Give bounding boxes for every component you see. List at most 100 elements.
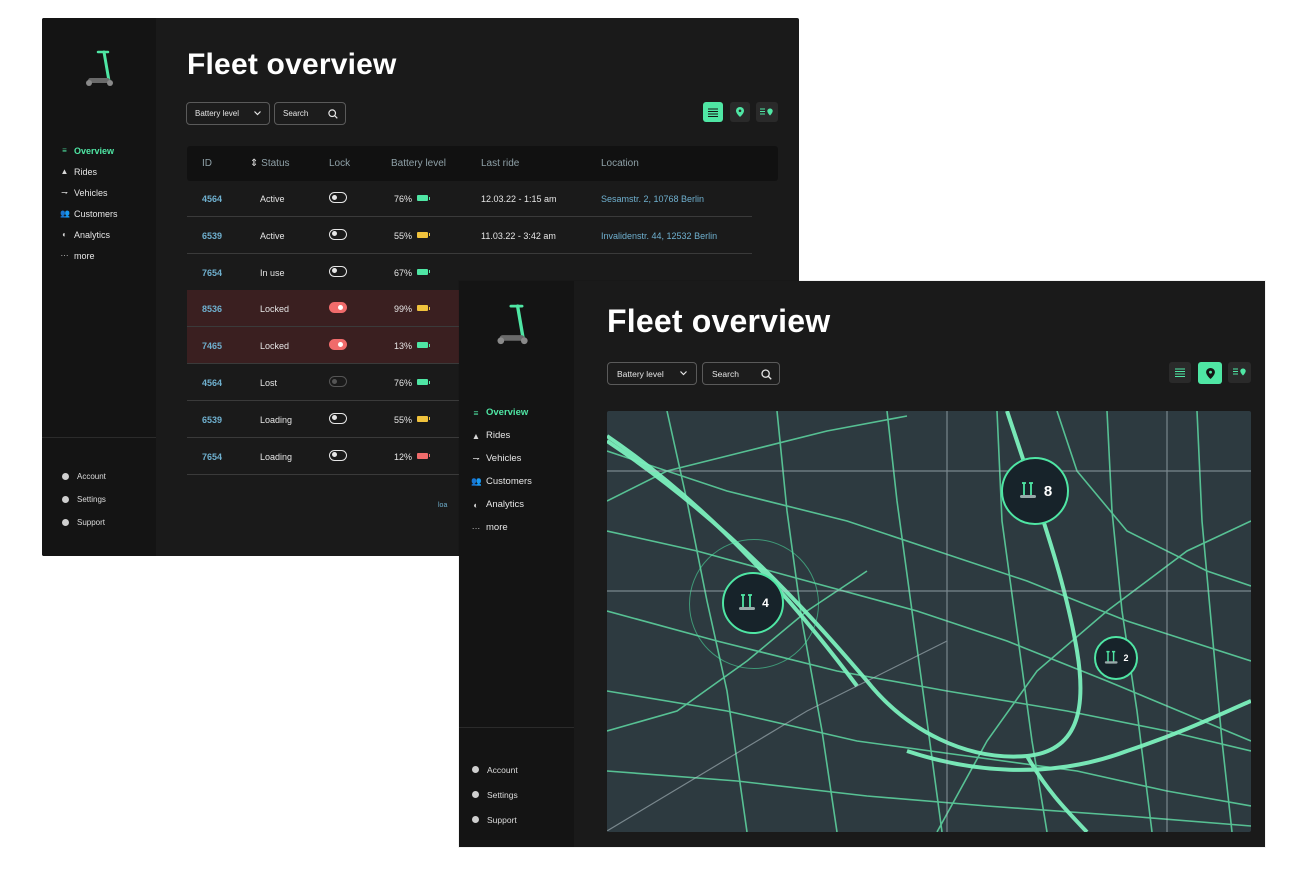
more-icon: ··· [60,251,69,260]
map-pin-icon [736,107,744,117]
map-view-button[interactable] [1198,362,1222,384]
bottom-nav: Account Settings Support [472,757,518,832]
table-cell-id[interactable]: 7654 [202,268,222,278]
table-cell-status: Active [260,230,285,241]
sidebar-item-support[interactable]: Support [472,807,518,832]
scooter-icon: ⇁ [61,188,68,197]
battery-level-dropdown-label: Battery level [195,109,240,118]
sidebar-item-rides[interactable]: ▲ Rides [471,424,532,447]
vehicle-cluster-marker[interactable]: 4 [722,572,784,634]
table-row[interactable]: 4564 Active 76% 12.03.22 - 1:15 am Sesamstr.… [187,180,752,217]
main-nav: ≡ Overview ▲ Rides ⇁ Vehicles 👥 Customers ◐ Analy… [471,401,532,539]
table-cell-battery: 13% [394,341,413,352]
lock-toggle[interactable] [329,449,347,461]
scooter-icon [739,594,756,610]
rides-icon: ▲ [471,430,481,441]
search-field[interactable]: Search [274,102,346,125]
list-map-view-button[interactable] [1228,362,1251,383]
account-icon [62,473,69,480]
sidebar-item-analytics[interactable]: ◐ Analytics [471,493,532,516]
list-view-button[interactable] [1169,362,1191,383]
sidebar-item-label: Overview [74,145,115,156]
sort-icon: ⇕ [250,158,262,169]
battery-icon [417,305,430,312]
table-cell-id[interactable]: 4564 [202,194,222,204]
list-view-button[interactable] [703,102,723,122]
list-map-view-button[interactable] [756,102,778,122]
sidebar-item-vehicles[interactable]: ⇁ Vehicles [471,447,532,470]
table-cell-location[interactable]: Invalidenstr. 44, 12532 Berlin [601,231,717,241]
table-cell-id[interactable]: 7654 [202,452,222,462]
map-pin-icon [1205,367,1215,379]
battery-icon [417,452,430,459]
search-field[interactable]: Search [702,362,780,385]
sidebar-item-customers[interactable]: 👥 Customers [471,470,532,493]
table-cell-id[interactable]: 8536 [202,304,222,314]
list-map-icon [760,108,773,115]
sidebar-item-account[interactable]: Account [472,757,518,782]
battery-level-dropdown-label: Battery level [617,368,664,379]
sidebar-item-overview[interactable]: ≡ Overview [471,401,532,424]
table-cell-id[interactable]: 7465 [202,341,222,351]
load-more-link[interactable]: loa [438,502,447,509]
cluster-count: 2 [1123,653,1129,663]
sidebar-item-analytics[interactable]: ◐ Analytics [60,224,118,245]
sidebar-divider [459,727,574,728]
lock-toggle[interactable] [329,302,347,314]
sidebar-item-label: more [486,522,508,533]
table-cell-id[interactable]: 6539 [202,231,222,241]
sidebar-item-settings[interactable]: Settings [62,488,106,511]
map-view-button[interactable] [730,102,750,122]
sidebar-item-customers[interactable]: 👥 Customers [60,203,118,224]
vehicle-cluster-marker[interactable]: 2 [1094,636,1138,680]
table-cell-id[interactable]: 6539 [202,415,222,425]
table-cell-location[interactable]: Sesamstr. 2, 10768 Berlin [601,194,704,204]
table-cell-status: Locked [260,341,290,352]
table-cell-last-ride: 11.03.22 - 3:42 am [481,230,556,241]
sidebar-item-label: Customers [74,208,118,219]
battery-icon [417,268,430,275]
sidebar-item-rides[interactable]: ▲ Rides [60,161,118,182]
sidebar-item-settings[interactable]: Settings [472,782,518,807]
search-icon [761,369,772,380]
lock-toggle[interactable] [329,192,347,203]
table-cell-status: Loading [260,414,293,425]
chevron-down-icon [680,371,687,376]
column-header-status[interactable]: ⇕ Status [250,158,290,169]
column-header-id: ID [202,158,212,169]
sidebar-item-label: Settings [487,789,518,800]
search-input[interactable]: Search [712,369,739,379]
battery-level-dropdown[interactable]: Battery level [607,362,697,385]
support-icon [62,519,69,526]
sidebar-item-label: Rides [74,166,98,177]
lock-toggle[interactable] [329,228,347,240]
sidebar-item-account[interactable]: Account [62,465,106,488]
list-map-icon [1232,368,1246,376]
lock-toggle[interactable] [329,265,347,277]
scooter-icon [1105,650,1119,664]
sidebar-item-vehicles[interactable]: ⇁ Vehicles [60,182,118,203]
table-row[interactable]: 6539 Active 55% 11.03.22 - 3:42 am Invaliden… [187,217,752,254]
lock-toggle[interactable] [329,412,347,424]
list-icon: ≡ [62,146,67,155]
battery-level-dropdown[interactable]: Battery level [186,102,270,125]
search-input[interactable]: Search [283,109,308,118]
sidebar-item-more[interactable]: ··· more [471,516,532,539]
sidebar-item-overview[interactable]: ≡ Overview [60,140,118,161]
sidebar-item-label: Customers [486,476,532,487]
sidebar-item-label: Support [77,518,106,527]
vehicle-cluster-marker[interactable]: 8 [1001,457,1069,525]
column-header-last-ride: Last ride [481,158,520,169]
table-cell-status: Lost [260,378,278,388]
sidebar-item-more[interactable]: ··· more [60,245,118,266]
city-map[interactable]: 8 4 2 [607,411,1251,832]
sidebar-item-support[interactable]: Support [62,511,106,534]
table-cell-battery: 76% [394,378,413,388]
lock-toggle[interactable] [329,339,347,351]
sidebar-item-label: Settings [77,495,106,504]
table-cell-status: Locked [260,304,290,315]
table-cell-status: Active [260,194,285,204]
lock-toggle[interactable] [329,376,347,387]
table-cell-id[interactable]: 4564 [202,378,222,388]
search-icon [328,109,338,119]
